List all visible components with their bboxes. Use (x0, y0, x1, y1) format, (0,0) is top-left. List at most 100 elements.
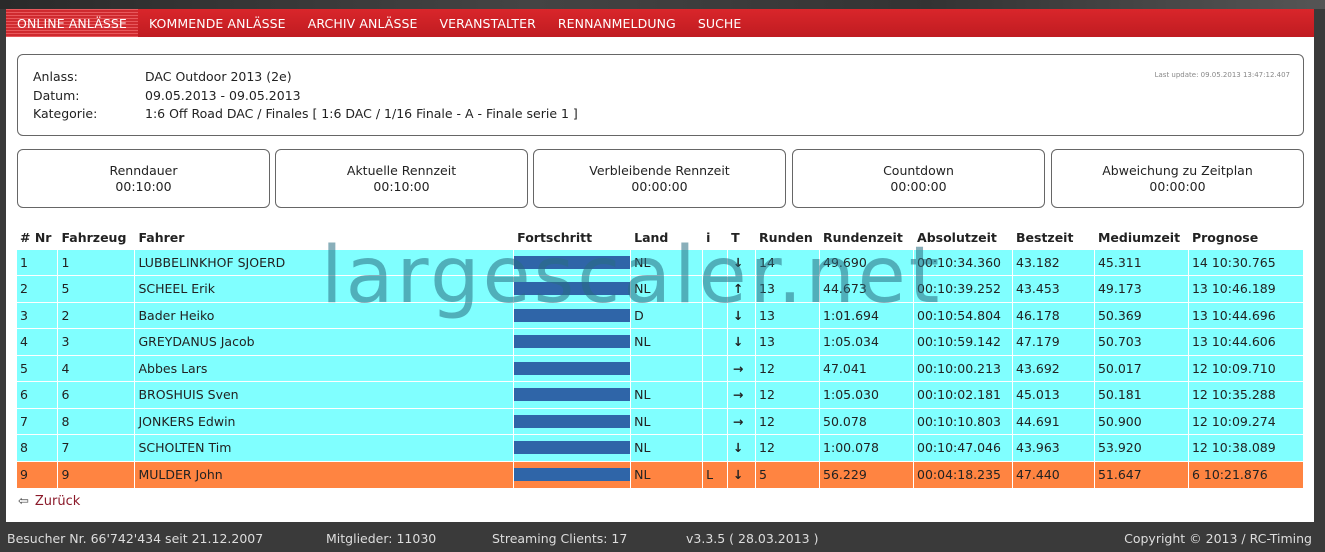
cell-nr: 4 (17, 328, 59, 355)
cell-prognose: 12 10:35.288 (1188, 381, 1305, 408)
cell-fortschritt (513, 434, 632, 461)
stat-verbleibende-rennzeit: Verbleibende Rennzeit 00:00:00 (533, 149, 786, 208)
stat-aktuelle-rennzeit: Aktuelle Rennzeit 00:10:00 (275, 149, 528, 208)
table-row[interactable]: 4 3 GREYDANUS Jacob NL ↓ 13 1:05.034 00:10:59.1… (17, 328, 1305, 355)
cell-fahrer: SCHOLTEN Tim (134, 434, 515, 461)
nav-kommende-anlaesse[interactable]: KOMMENDE ANLÄSSE (138, 9, 297, 37)
footer-visitors: Besucher Nr. 66'742'434 seit 21.12.2007 (7, 531, 264, 546)
cell-nr: 8 (17, 434, 59, 461)
cell-runden: 12 (755, 381, 821, 408)
cell-rundenzeit: 47.041 (819, 354, 915, 382)
cell-nr: 7 (17, 407, 59, 435)
arrow-down-icon: ↓ (732, 440, 744, 456)
info-anlass: Anlass: DAC Outdoor 2013 (2e) (33, 69, 292, 84)
cell-trend: → (727, 407, 757, 435)
table-row[interactable]: 3 2 Bader Heiko D ↓ 13 1:01.694 00:10:54.804 46.… (17, 301, 1305, 329)
cell-fahrzeug: 6 (57, 381, 136, 408)
cell-fahrer: MULDER John (134, 460, 515, 488)
progress-bar (514, 441, 631, 455)
cell-trend: ↑ (727, 275, 757, 302)
cell-nr: 3 (17, 301, 59, 329)
footer-streaming: Streaming Clients: 17 (492, 531, 628, 546)
cell-bestzeit: 43.453 (1012, 275, 1095, 302)
cell-fahrer: LUBBELINKHOF SJOERD (134, 248, 515, 276)
cell-bestzeit: 43.692 (1012, 354, 1095, 382)
cell-fortschritt (513, 275, 632, 302)
stat-title: Countdown (883, 163, 954, 178)
arrow-right-icon: → (732, 387, 744, 403)
col-header-mediumzeit[interactable]: Mediumzeit (1094, 227, 1189, 249)
col-header-fahrer[interactable]: Fahrer (134, 227, 515, 249)
cell-trend: ↓ (727, 460, 757, 488)
info-kategorie-label: Kategorie: (33, 106, 98, 121)
col-header-absolutzeit[interactable]: Absolutzeit (913, 227, 1013, 249)
cell-info (702, 301, 729, 329)
info-anlass-label: Anlass: (33, 69, 78, 84)
col-header-info[interactable]: i (702, 227, 729, 249)
nav-veranstalter[interactable]: VERANSTALTER (429, 9, 547, 37)
cell-trend: ↓ (727, 301, 757, 329)
nav-archiv-anlaesse[interactable]: ARCHIV ANLÄSSE (297, 9, 429, 37)
progress-bar (514, 468, 631, 481)
arrow-down-icon: ↓ (732, 334, 744, 350)
arrow-up-icon: ↑ (732, 281, 744, 297)
col-header-nr[interactable]: # Nr (17, 227, 59, 249)
arrow-down-icon: ↓ (732, 467, 744, 482)
cell-fahrzeug: 3 (57, 328, 136, 355)
stat-countdown: Countdown 00:00:00 (792, 149, 1045, 208)
cell-runden: 13 (755, 301, 821, 329)
cell-fahrzeug: 5 (57, 275, 136, 302)
cell-rundenzeit: 1:05.034 (819, 328, 915, 355)
col-header-prognose[interactable]: Prognose (1188, 227, 1305, 249)
table-row[interactable]: 5 4 Abbes Lars → 12 47.041 00:10:00.213 43.692 5… (17, 354, 1305, 382)
cell-rundenzeit: 1:00.078 (819, 434, 915, 461)
cell-prognose: 13 10:46.189 (1188, 275, 1305, 302)
col-header-fahrzeug[interactable]: Fahrzeug (57, 227, 136, 249)
cell-fahrer: SCHEEL Erik (134, 275, 515, 302)
table-row[interactable]: 9 9 MULDER John NL L ↓ 5 56.229 00:04:18.235 47.4… (17, 460, 1305, 488)
nav-rennanmeldung[interactable]: RENNANMELDUNG (547, 9, 687, 37)
table-row[interactable]: 2 5 SCHEEL Erik NL ↑ 13 44.673 00:10:39.252 43.4… (17, 275, 1305, 302)
cell-fahrzeug: 2 (57, 301, 136, 329)
col-header-bestzeit[interactable]: Bestzeit (1012, 227, 1095, 249)
arrow-down-icon: ↓ (732, 307, 744, 323)
cell-nr: 1 (17, 248, 59, 276)
col-header-trend[interactable]: T (727, 227, 757, 249)
stat-title: Renndauer (109, 163, 178, 178)
cell-info (702, 248, 729, 276)
stat-title: Abweichung zu Zeitplan (1102, 163, 1253, 178)
col-header-land[interactable]: Land (630, 227, 704, 249)
cell-nr: 2 (17, 275, 59, 302)
table-row[interactable]: 1 1 LUBBELINKHOF SJOERD NL ↓ 14 49.690 00:10:34… (17, 248, 1305, 276)
col-header-rundenzeit[interactable]: Rundenzeit (819, 227, 915, 249)
back-label: Zurück (34, 494, 81, 509)
cell-runden: 13 (755, 275, 821, 302)
col-header-fortschritt[interactable]: Fortschritt (513, 227, 632, 249)
table-row[interactable]: 6 6 BROSHUIS Sven NL → 12 1:05.030 00:10:02.181… (17, 381, 1305, 408)
cell-land (630, 354, 704, 382)
back-link[interactable]: ⇦ Zurück (18, 494, 80, 509)
nav-suche[interactable]: SUCHE (687, 9, 753, 37)
info-datum-label: Datum: (33, 88, 80, 103)
cell-absolutzeit: 00:10:39.252 (913, 275, 1013, 302)
footer-copyright: Copyright © 2013 / RC-Timing (1124, 531, 1312, 546)
table-row[interactable]: 8 7 SCHOLTEN Tim NL ↓ 12 1:00.078 00:10:47.046 4… (17, 434, 1305, 461)
cell-bestzeit: 46.178 (1012, 301, 1095, 329)
cell-trend: → (727, 381, 757, 408)
cell-rundenzeit: 50.078 (819, 407, 915, 435)
col-header-runden[interactable]: Runden (755, 227, 821, 249)
last-update-text: Last update: 09.05.2013 13:47:12.407 (1154, 71, 1290, 79)
cell-fahrer: BROSHUIS Sven (134, 381, 515, 408)
cell-runden: 5 (755, 460, 821, 488)
table-row[interactable]: 7 8 JONKERS Edwin NL → 12 50.078 00:10:10.803 44… (17, 407, 1305, 435)
cell-fortschritt (513, 381, 632, 408)
cell-runden: 12 (755, 407, 821, 435)
cell-absolutzeit: 00:10:10.803 (913, 407, 1013, 435)
cell-rundenzeit: 56.229 (819, 460, 915, 488)
cell-land: NL (630, 275, 704, 302)
footer-members: Mitglieder: 11030 (326, 531, 437, 546)
cell-runden: 13 (755, 328, 821, 355)
cell-runden: 12 (755, 434, 821, 461)
nav-online-anlaesse[interactable]: ONLINE ANLÄSSE (6, 9, 138, 37)
cell-fahrer: Abbes Lars (134, 354, 515, 382)
